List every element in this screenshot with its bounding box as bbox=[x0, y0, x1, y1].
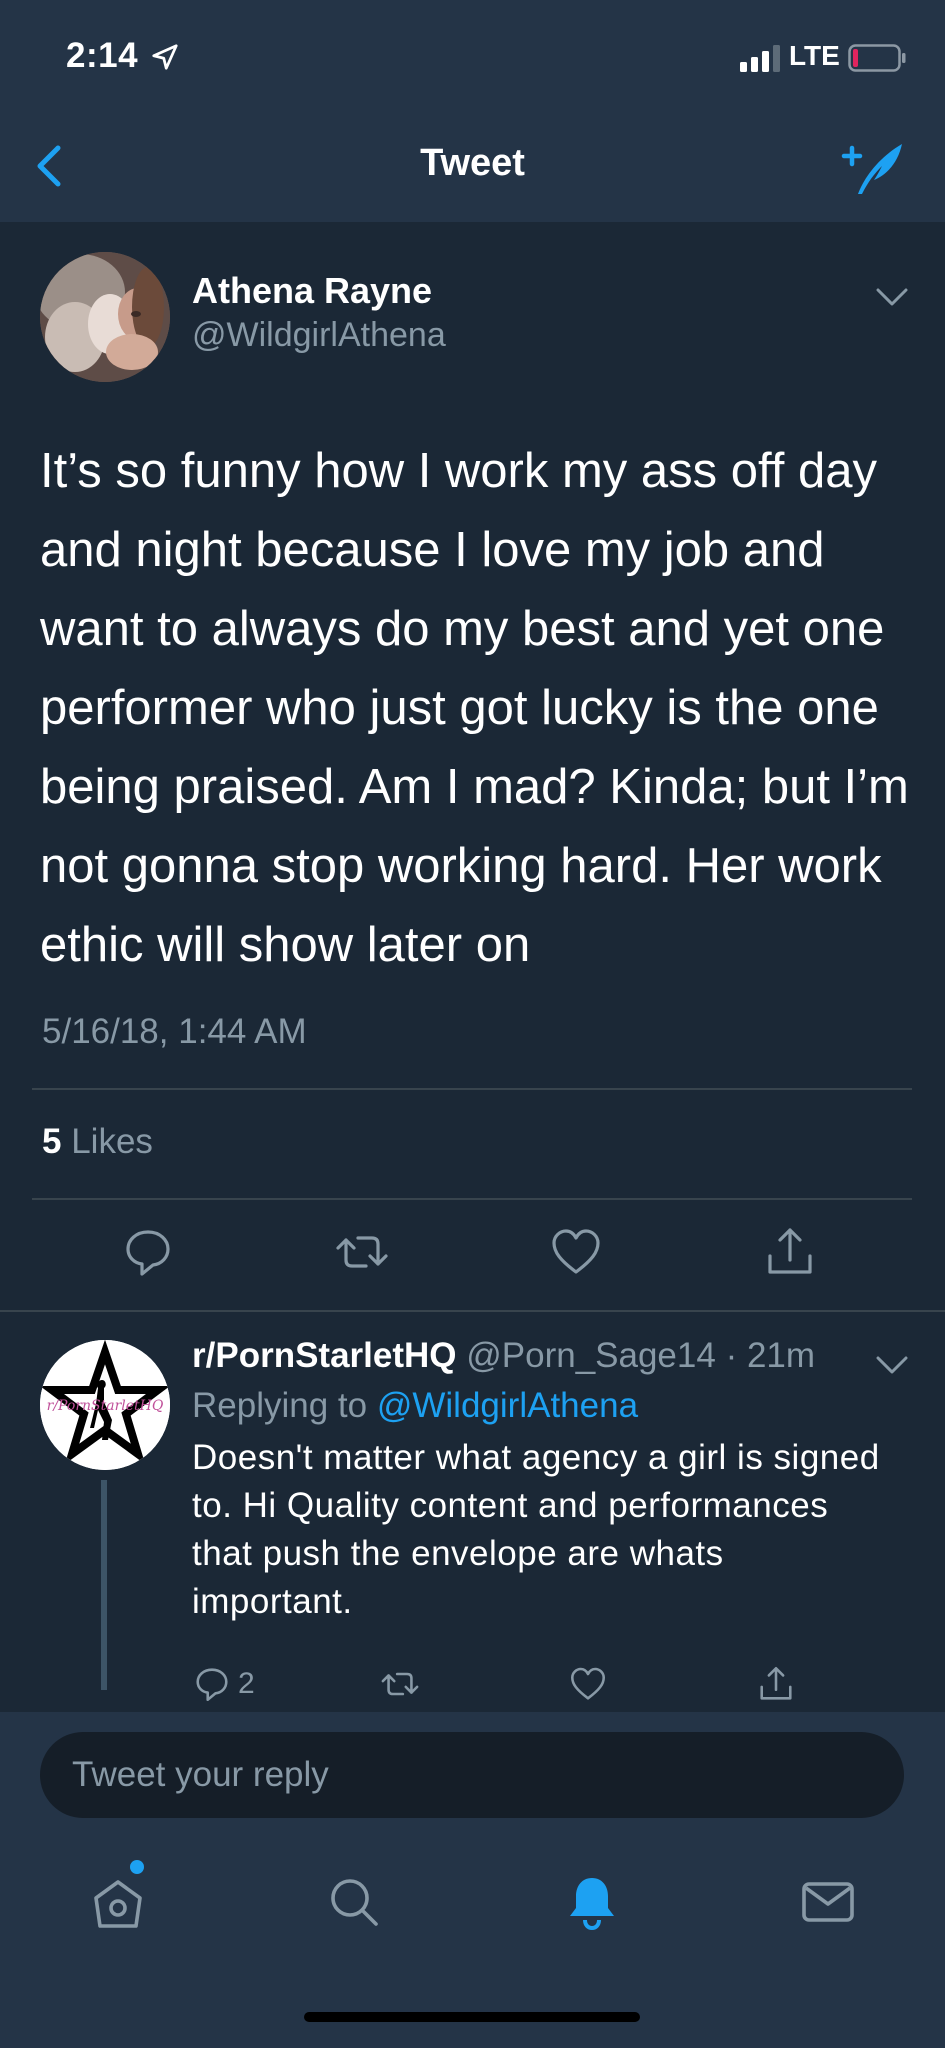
replying-to-mention-link[interactable]: @WildgirlAthena bbox=[377, 1386, 638, 1425]
divider bbox=[32, 1198, 912, 1200]
home-badge-dot bbox=[130, 1860, 144, 1874]
main-tweet: Athena Rayne @WildgirlAthena It’s so fun… bbox=[0, 222, 945, 1312]
home-icon[interactable] bbox=[88, 1872, 148, 1932]
tweet-text: It’s so funny how I work my ass off day … bbox=[40, 444, 909, 972]
reply-author-name[interactable]: r/PornStarletHQ bbox=[192, 1336, 457, 1375]
author-name[interactable]: Athena Rayne bbox=[192, 270, 432, 312]
reply-icon[interactable] bbox=[120, 1224, 176, 1280]
reply-avatar-logo-text: r/PornStarletHQ bbox=[47, 1398, 164, 1414]
tweet-timestamp: 5/16/18, 1:44 AM bbox=[42, 1012, 307, 1051]
signal-icon bbox=[740, 45, 780, 72]
retweet-icon[interactable] bbox=[334, 1224, 390, 1280]
reply-text: Doesn't matter what agency a girl is sig… bbox=[192, 1438, 880, 1621]
reply-author-avatar[interactable]: r/PornStarletHQ bbox=[40, 1340, 170, 1470]
retweet-icon bbox=[381, 1672, 419, 1696]
thread-line bbox=[101, 1480, 107, 1690]
bottom-bar bbox=[0, 1712, 945, 2048]
location-arrow-icon bbox=[152, 44, 178, 70]
page-title: Tweet bbox=[420, 142, 525, 184]
reply-tweet[interactable]: r/PornStarletHQ r/PornStarletHQ @Porn_Sa… bbox=[0, 1312, 945, 1712]
reply-share-button[interactable] bbox=[756, 1664, 796, 1704]
chevron-down-icon[interactable] bbox=[874, 284, 910, 310]
likes-label: Likes bbox=[71, 1122, 153, 1161]
mail-icon[interactable] bbox=[798, 1872, 858, 1932]
divider bbox=[32, 1088, 912, 1090]
author-avatar[interactable] bbox=[40, 252, 170, 382]
like-heart-icon[interactable] bbox=[548, 1224, 604, 1280]
reply-reply-button[interactable]: 2 bbox=[192, 1664, 255, 1704]
status-time: 2:14 bbox=[66, 36, 139, 75]
reply-age: 21m bbox=[746, 1336, 816, 1375]
author-handle[interactable]: @WildgirlAthena bbox=[192, 316, 446, 355]
like-heart-icon bbox=[571, 1667, 605, 1700]
reply-retweet-button[interactable] bbox=[380, 1664, 420, 1704]
reply-count: 2 bbox=[238, 1667, 255, 1700]
likes-count: 5 bbox=[42, 1122, 62, 1161]
chevron-down-icon[interactable] bbox=[874, 1352, 910, 1378]
bell-icon[interactable] bbox=[562, 1872, 622, 1932]
status-bar: 2:14 LTE bbox=[0, 0, 945, 120]
network-type: LTE bbox=[789, 40, 840, 71]
reply-header: r/PornStarletHQ @Porn_Sage14 · 21m bbox=[192, 1336, 815, 1376]
home-indicator bbox=[304, 2012, 640, 2022]
replying-to-line: Replying to @WildgirlAthena bbox=[192, 1386, 638, 1426]
search-icon[interactable] bbox=[324, 1872, 384, 1932]
reply-icon bbox=[196, 1668, 228, 1701]
top-bar: 2:14 LTE Tweet bbox=[0, 0, 945, 222]
likes-count-link[interactable]: 5 Likes bbox=[42, 1122, 153, 1162]
reply-author-handle[interactable]: @Porn_Sage14 bbox=[466, 1336, 716, 1375]
battery-icon bbox=[848, 44, 906, 72]
share-icon[interactable] bbox=[762, 1224, 818, 1280]
reply-separator: · bbox=[715, 1336, 747, 1375]
compose-tweet-button[interactable] bbox=[838, 138, 906, 198]
replying-to-label: Replying to bbox=[192, 1386, 368, 1425]
share-icon bbox=[760, 1667, 792, 1700]
reply-input[interactable] bbox=[40, 1732, 904, 1818]
reply-like-button[interactable] bbox=[568, 1664, 608, 1704]
